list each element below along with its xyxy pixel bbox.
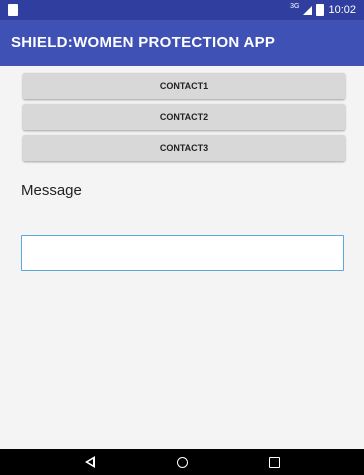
app-bar: SHIELD:WOMEN PROTECTION APP — [0, 20, 364, 66]
status-bar: 3G 10:02 — [0, 0, 364, 20]
recents-button[interactable] — [244, 449, 304, 475]
message-label: Message — [21, 182, 82, 199]
main-content: CONTACT1 CONTACT2 CONTACT3 Message — [0, 66, 364, 449]
screen: 3G 10:02 SHIELD:WOMEN PROTECTION APP CON… — [0, 0, 364, 475]
status-indicators: 3G 10:02 — [290, 2, 356, 18]
navigation-bar — [0, 449, 364, 475]
message-input[interactable] — [21, 235, 344, 271]
back-icon — [85, 456, 95, 468]
recents-icon — [268, 456, 280, 468]
contact1-button[interactable]: CONTACT1 — [23, 73, 345, 99]
signal-icon — [303, 5, 313, 15]
battery-icon — [316, 4, 325, 16]
contact3-button[interactable]: CONTACT3 — [23, 135, 345, 161]
home-icon — [176, 456, 188, 468]
notification-icon — [8, 4, 18, 16]
back-button[interactable] — [60, 449, 120, 475]
status-time: 10:02 — [328, 4, 356, 16]
app-title: SHIELD:WOMEN PROTECTION APP — [11, 34, 276, 51]
home-button[interactable] — [152, 449, 212, 475]
network-type: 3G — [290, 3, 300, 10]
contact2-button[interactable]: CONTACT2 — [23, 104, 345, 130]
